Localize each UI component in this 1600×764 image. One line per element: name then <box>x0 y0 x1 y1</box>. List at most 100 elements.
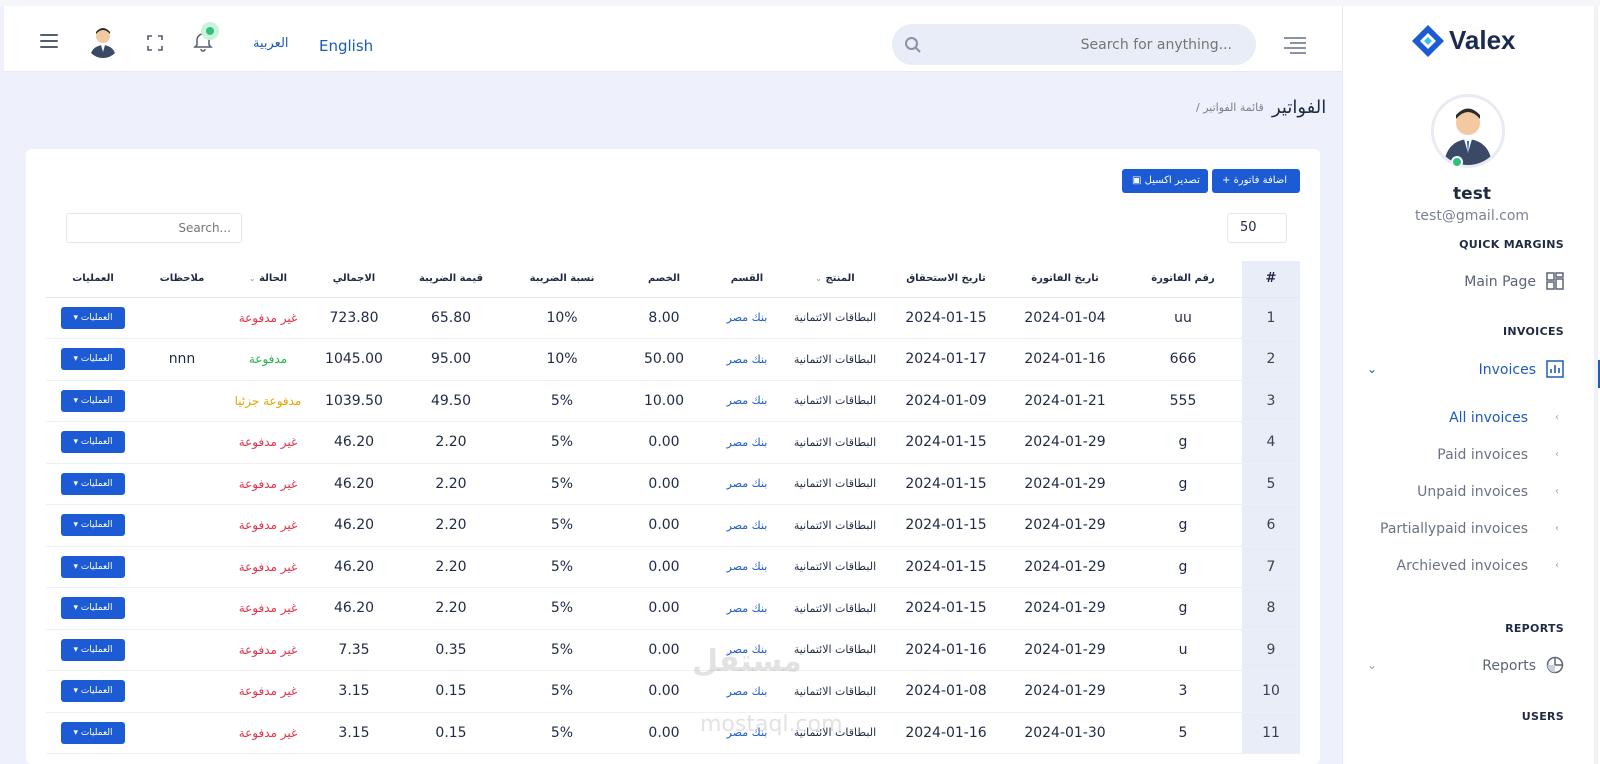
cell-due-date: 2024-01-15 <box>886 587 1006 630</box>
col-header-notes[interactable]: ملاحظات <box>140 261 224 298</box>
actions-dropdown-button[interactable]: العمليات ▾ <box>61 680 125 703</box>
table-search-input[interactable] <box>66 213 242 243</box>
logo-icon <box>1412 25 1444 57</box>
cell-section[interactable]: بنك مصر <box>710 338 784 381</box>
menu-toggle-icon[interactable] <box>40 34 58 48</box>
cell-discount: 0.00 <box>618 421 710 464</box>
export-excel-button[interactable]: ▣ تصدير اكسيل <box>1122 169 1208 193</box>
actions-dropdown-button[interactable]: العمليات ▾ <box>61 638 125 661</box>
cell-index: 7 <box>1242 546 1300 588</box>
actions-dropdown-button[interactable]: العمليات ▾ <box>61 555 125 578</box>
cell-status: غير مدفوعة <box>224 463 312 505</box>
col-header-tax-rate[interactable]: نسبة الضريبة <box>506 261 618 298</box>
fullscreen-icon[interactable] <box>147 35 163 51</box>
cell-invoice-number: 555 <box>1124 380 1242 422</box>
actions-dropdown-button[interactable]: العمليات ▾ <box>61 597 125 620</box>
cell-tax-value: 2.20 <box>396 587 506 630</box>
sidebar-item-partially-paid-invoices[interactable]: Partiallypaid invoices <box>1380 521 1528 537</box>
col-header-section[interactable]: القسم <box>710 261 784 298</box>
add-invoice-button[interactable]: + اضافة فاتورة <box>1212 169 1300 193</box>
search-input[interactable] <box>932 24 1232 65</box>
cell-actions: العمليات ▾ <box>46 421 140 464</box>
sidebar-item-all-invoices[interactable]: All invoices <box>1449 410 1528 426</box>
cell-section[interactable]: بنك مصر <box>710 463 784 505</box>
invoices-card: + اضافة فاتورة ▣ تصدير اكسيل 50 # رقم ال… <box>26 149 1320 764</box>
actions-dropdown-button[interactable]: العمليات ▾ <box>61 721 125 744</box>
table-row: 11 5 2024-01-30 2024-01-16 البطاقات الائتمان… <box>46 712 1300 754</box>
actions-dropdown-button[interactable]: العمليات ▾ <box>61 389 125 412</box>
file-icon: ▣ <box>1132 175 1145 186</box>
cell-discount: 8.00 <box>618 297 710 339</box>
breadcrumb[interactable]: / قائمة الفواتير <box>1196 101 1264 114</box>
cell-invoice-date: 2024-01-30 <box>1006 712 1124 754</box>
cell-total: 46.20 <box>312 463 396 505</box>
cell-total: 46.20 <box>312 546 396 588</box>
chevron-down-icon[interactable]: ⌄ <box>1367 362 1377 376</box>
col-header-discount[interactable]: الخصم <box>618 261 710 298</box>
sidebar-scrollbar[interactable] <box>1594 6 1598 764</box>
cell-tax-value: 0.15 <box>396 712 506 754</box>
chevron-down-icon[interactable]: ⌄ <box>1367 658 1377 672</box>
actions-dropdown-button[interactable]: العمليات ▾ <box>61 348 125 371</box>
actions-dropdown-button[interactable]: العمليات ▾ <box>61 306 125 329</box>
sidebar-item-main-page[interactable]: Main Page <box>1464 272 1564 290</box>
actions-dropdown-button[interactable]: العمليات ▾ <box>61 472 125 495</box>
lang-english-link[interactable]: English <box>319 37 373 55</box>
col-header-due-date[interactable]: تاريخ الاستحقاق <box>886 261 1006 298</box>
cell-section[interactable]: بنك مصر <box>710 421 784 464</box>
invoices-table: # رقم الفاتورة تاريخ الفاتورة تاريخ الاس… <box>46 261 1300 754</box>
cell-status: غير مدفوعة <box>224 297 312 339</box>
lang-arabic-link[interactable]: العربية <box>253 36 289 51</box>
sidebar-item-paid-invoices[interactable]: Paid invoices <box>1437 447 1528 463</box>
sidebar-item-reports[interactable]: Reports <box>1482 656 1564 674</box>
sidebar-item-archived-invoices[interactable]: Archieved invoices <box>1397 558 1528 574</box>
cell-actions: العمليات ▾ <box>46 546 140 588</box>
col-header-product[interactable]: المنتج ⌄ <box>784 261 886 298</box>
cell-section[interactable]: بنك مصر <box>710 546 784 588</box>
cell-tax-rate: 5% <box>506 587 618 630</box>
cell-tax-value: 95.00 <box>396 338 506 381</box>
user-avatar[interactable] <box>1431 94 1505 168</box>
cell-product: البطاقات الائتمانية <box>784 463 886 505</box>
cell-tax-rate: 5% <box>506 421 618 464</box>
cell-total: 46.20 <box>312 421 396 464</box>
brand-logo[interactable]: Valex <box>1411 24 1531 58</box>
sort-icon: ⌄ <box>815 274 822 284</box>
cell-section[interactable]: بنك مصر <box>710 587 784 630</box>
col-header-actions[interactable]: العمليات <box>46 261 140 298</box>
sidebar-item-invoices[interactable]: Invoices <box>1479 360 1564 378</box>
cell-index: 6 <box>1242 504 1300 547</box>
cell-section[interactable]: بنك مصر <box>710 504 784 547</box>
cell-notes <box>140 712 224 754</box>
page-size-select[interactable]: 50 <box>1227 213 1287 243</box>
cell-total: 1039.50 <box>312 380 396 422</box>
actions-dropdown-button[interactable]: العمليات ▾ <box>61 514 125 537</box>
col-header-total[interactable]: الاجمالي <box>312 261 396 298</box>
align-right-icon[interactable] <box>1284 37 1306 54</box>
cell-tax-value: 2.20 <box>396 504 506 547</box>
cell-due-date: 2024-01-16 <box>886 712 1006 754</box>
cell-notes <box>140 670 224 713</box>
cell-section[interactable]: بنك مصر <box>710 297 784 339</box>
col-header-index[interactable]: # <box>1242 261 1300 298</box>
col-header-invoice-number[interactable]: رقم الفاتورة <box>1124 261 1242 298</box>
cell-product: البطاقات الائتمانية <box>784 504 886 547</box>
col-header-status[interactable]: الحالة ⌄ <box>224 261 312 298</box>
table-row: 4 g 2024-01-29 2024-01-15 البطاقات الائتماني… <box>46 421 1300 464</box>
avatar[interactable] <box>86 24 120 58</box>
cell-discount: 0.00 <box>618 546 710 588</box>
cell-invoice-date: 2024-01-29 <box>1006 587 1124 630</box>
col-header-invoice-date[interactable]: تاريخ الفاتورة <box>1006 261 1124 298</box>
col-header-label: المنتج <box>825 273 855 285</box>
cell-index: 3 <box>1242 380 1300 422</box>
sidebar-item-unpaid-invoices[interactable]: Unpaid invoices <box>1417 484 1528 500</box>
cell-tax-value: 0.35 <box>396 629 506 671</box>
table-row: 6 g 2024-01-29 2024-01-15 البطاقات الائتماني… <box>46 504 1300 547</box>
table-header-row: # رقم الفاتورة تاريخ الفاتورة تاريخ الاس… <box>46 261 1300 298</box>
col-header-tax-value[interactable]: قيمة الضريبة <box>396 261 506 298</box>
cell-status: غير مدفوعة <box>224 712 312 754</box>
cell-tax-rate: 10% <box>506 297 618 339</box>
actions-dropdown-button[interactable]: العمليات ▾ <box>61 431 125 454</box>
cell-discount: 0.00 <box>618 504 710 547</box>
cell-section[interactable]: بنك مصر <box>710 380 784 422</box>
